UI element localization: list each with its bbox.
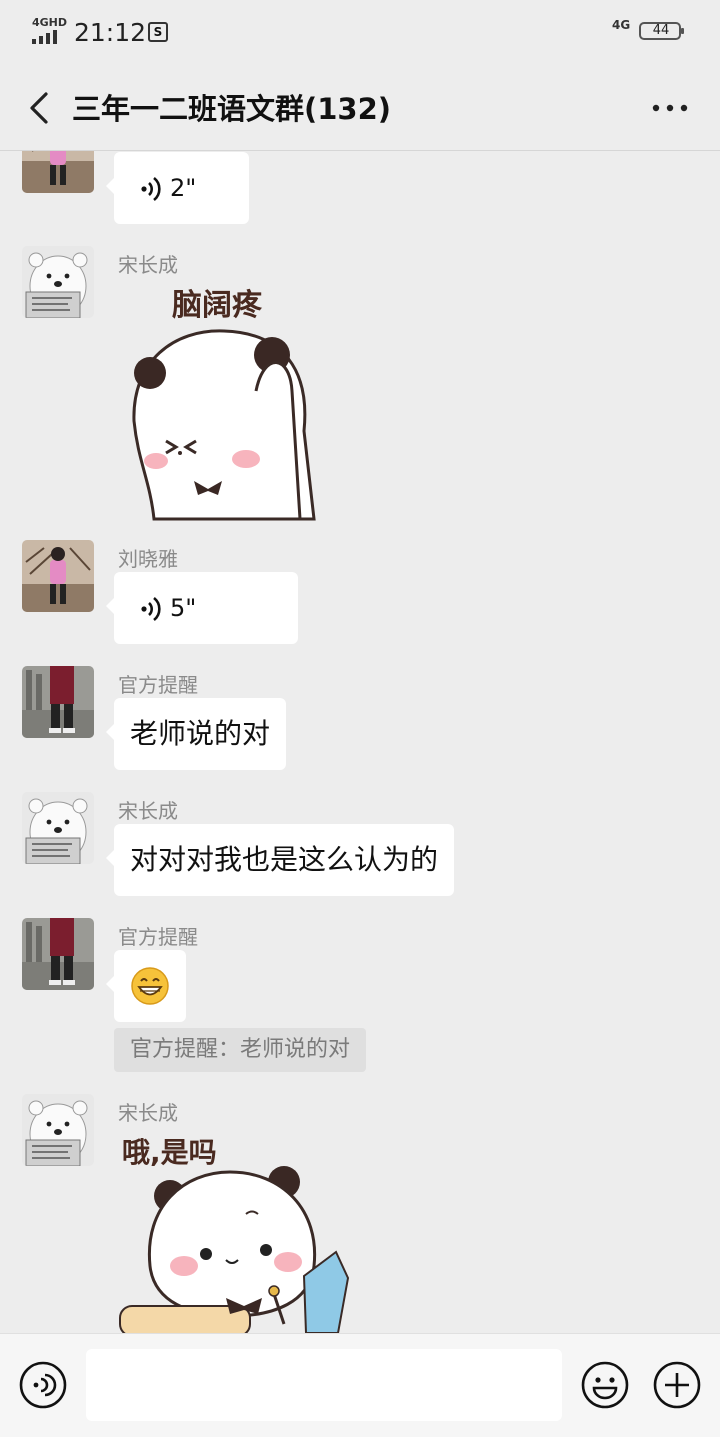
input-bar [0,1333,720,1437]
avatar[interactable] [22,540,94,612]
avatar[interactable] [22,792,94,864]
network-type-label: 4GHD [32,16,68,29]
sender-name: 宋长成 [118,799,178,823]
sender-name: 宋长成 [118,253,178,277]
status-bar: 4GHD 21:12 S 4G 44 [0,0,720,66]
status-time: 21:12 [74,18,147,47]
text-message[interactable]: 对对对我也是这么认为的 [105,824,455,896]
sender-name: 官方提醒 [118,673,198,697]
text-message[interactable]: 老师说的对 [105,698,287,770]
voice-wave-icon [141,176,161,202]
sticker-caption: 脑阔疼 [172,288,263,323]
back-arrow-icon[interactable] [22,88,62,128]
chat-header: 三年一二班语文群(132) [0,66,720,151]
message-text: 对对对我也是这么认为的 [130,843,439,876]
avatar[interactable] [22,666,94,738]
sender-name: 官方提醒 [118,925,198,949]
avatar[interactable] [22,918,94,990]
avatar[interactable] [22,246,94,318]
voice-duration: 2" [170,174,197,202]
emoji-message[interactable] [106,950,186,1022]
chat-title: 三年一二班语文群(132) [72,92,392,126]
voice-message[interactable]: 5" [106,572,298,644]
message-text: 老师说的对 [130,717,271,750]
sender-name: 刘晓雅 [118,547,178,571]
quoted-message[interactable]: 官方提醒：老师说的对 [114,1028,367,1072]
battery-level: 44 [652,23,670,38]
voice-wave-icon [141,596,161,622]
voice-duration: 5" [170,594,197,622]
sticker-message[interactable]: 哦,是吗 [114,1126,354,1333]
emoji-picker-icon[interactable] [581,1361,629,1409]
sticker-caption: 哦,是吗 [122,1136,217,1169]
more-options-icon[interactable] [648,94,692,122]
message-list[interactable]: 2" 宋长成 脑阔疼 刘晓雅 5" 官方提醒 老师说的对 宋长成 对对对我也是这… [0,151,720,1333]
avatar[interactable] [22,1094,94,1166]
sticker-message[interactable]: 脑阔疼 [114,281,334,521]
grinning-face-icon [131,967,169,1005]
voice-message[interactable]: 2" [106,152,249,224]
avatar[interactable] [22,151,94,193]
add-more-icon[interactable] [653,1361,701,1409]
sender-name: 宋长成 [118,1101,178,1125]
network-type-right: 4G [612,18,631,32]
message-input[interactable] [86,1349,562,1421]
battery-icon: 44 [639,22,684,40]
voice-input-toggle-icon[interactable] [19,1361,67,1409]
app-notification-icon: S [148,22,168,42]
